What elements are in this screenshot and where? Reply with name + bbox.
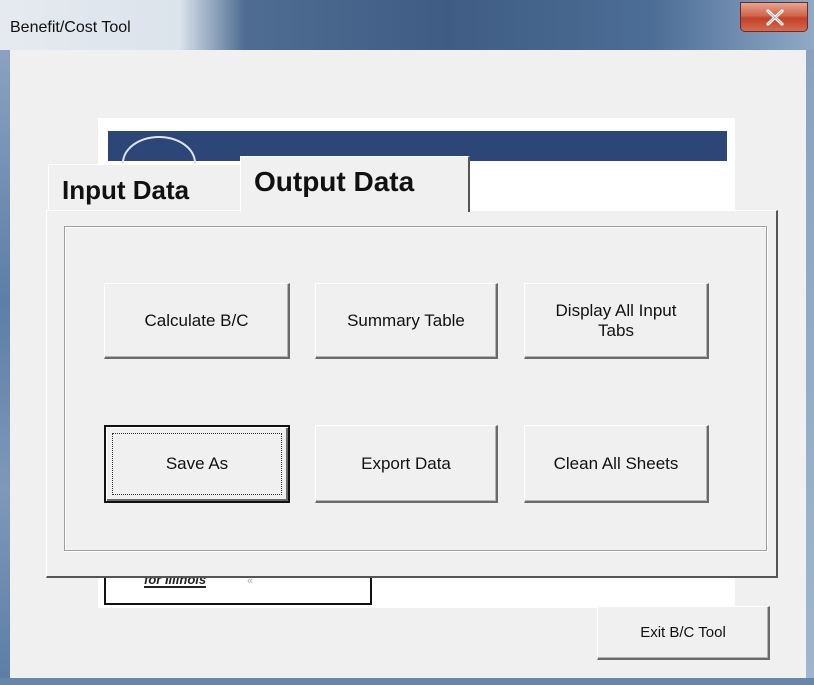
- exit-bc-tool-button[interactable]: Exit B/C Tool: [597, 606, 770, 660]
- tab-output-data[interactable]: Output Data: [240, 156, 470, 212]
- export-data-button[interactable]: Export Data: [315, 425, 498, 503]
- window-border-right: [806, 50, 814, 678]
- title-bar[interactable]: Benefit/Cost Tool: [0, 0, 814, 50]
- window-title: Benefit/Cost Tool: [10, 19, 131, 36]
- clean-all-sheets-button[interactable]: Clean All Sheets: [524, 425, 709, 503]
- save-as-button[interactable]: Save As: [104, 425, 290, 503]
- close-x-icon: [766, 9, 784, 26]
- summary-table-button[interactable]: Summary Table: [315, 283, 498, 359]
- window-border-left: [0, 50, 10, 678]
- window-border-bottom: [0, 678, 814, 685]
- tab-input-data-label: Input Data: [62, 175, 190, 205]
- tab-output-data-label: Output Data: [254, 166, 415, 197]
- focus-rectangle: [112, 433, 282, 495]
- calculate-bc-button[interactable]: Calculate B/C: [104, 283, 290, 359]
- display-all-input-tabs-button[interactable]: Display All Input Tabs: [524, 283, 709, 359]
- app-window: Benefit/Cost Tool for Illinois « Input D…: [0, 0, 814, 685]
- tab-input-data[interactable]: Input Data: [48, 164, 242, 212]
- close-button[interactable]: [740, 2, 808, 32]
